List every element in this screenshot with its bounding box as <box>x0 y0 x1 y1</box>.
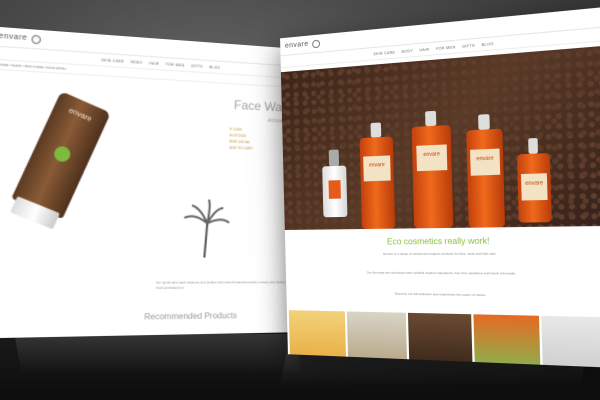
nav-item[interactable]: GIFTS <box>462 43 475 48</box>
orange-bottle: envare <box>359 122 396 230</box>
product-info: ₹ 1,099 IN STOCK SIZE 100 ML ADD TO CART <box>229 126 290 153</box>
bottle-label: envare <box>470 148 500 176</box>
intro-paragraph: Envare is a range of natural and organic… <box>383 251 497 256</box>
bottle-label: envare <box>363 155 391 182</box>
home-page-screen: envare SKIN CARE BODY HAIR FOR MEN GIFTS… <box>280 7 600 368</box>
thumbnail[interactable] <box>541 315 600 368</box>
product-image[interactable]: envare <box>11 91 110 219</box>
left-screen-reflection <box>14 334 302 374</box>
orange-bottle: envare <box>411 110 454 229</box>
white-dropper-bottle <box>322 149 348 218</box>
bottle-neck <box>478 114 490 130</box>
nav-item[interactable]: SKIN CARE <box>373 50 395 56</box>
bottle-neck <box>527 137 539 154</box>
nav-item[interactable]: HAIR <box>149 61 159 66</box>
bottle-neck <box>424 110 437 127</box>
bottle-neck <box>370 122 382 138</box>
nav-item[interactable]: BODY <box>131 59 143 64</box>
nav-item[interactable]: BLOG <box>209 65 220 70</box>
add-to-cart-button[interactable]: ADD TO CART <box>229 145 290 154</box>
nav-item[interactable]: BODY <box>402 48 414 53</box>
thumbnail[interactable] <box>408 312 473 365</box>
logo-text[interactable]: envare <box>285 41 309 50</box>
bottle-label: envare <box>415 144 448 172</box>
palm-tree-icon <box>178 197 232 260</box>
leaf-circle-icon <box>312 39 321 48</box>
thumbnail[interactable] <box>472 314 541 367</box>
leaf-circle-icon <box>32 34 42 43</box>
leaf-icon <box>52 144 73 164</box>
nav-item[interactable]: HAIR <box>419 47 429 52</box>
thumbnail[interactable] <box>288 310 347 359</box>
bottle-tag <box>328 180 341 199</box>
product-description: Our gentle face wash cleanses and purifi… <box>155 280 285 290</box>
bottle-label: envare <box>520 173 548 201</box>
orange-bottle: envare <box>466 114 506 228</box>
tube-brand: envare <box>67 106 93 124</box>
intro-paragraph: Discover our full collection and experie… <box>394 291 487 298</box>
bottle-neck <box>328 149 340 167</box>
nav-item[interactable]: FOR MEN <box>166 62 185 67</box>
thumbnail[interactable] <box>347 311 408 362</box>
nav-item[interactable]: FOR MEN <box>436 45 456 51</box>
recommended-heading: Recommended Products <box>144 310 238 322</box>
logo-text[interactable]: envare <box>0 32 27 42</box>
tube-cap <box>10 196 60 229</box>
nav-item[interactable]: GIFTS <box>191 63 203 68</box>
eco-heading: Eco cosmetics really work! <box>386 236 490 247</box>
hero-banner[interactable]: envare envare envare envare <box>280 45 600 231</box>
nav-item[interactable]: BLOG <box>482 41 494 46</box>
orange-bottle: envare <box>516 137 552 223</box>
product-page-screen: envare SKIN CARE BODY HAIR FOR MEN GIFTS… <box>0 27 316 339</box>
intro-paragraph: Our formulas are developed with certifie… <box>366 270 517 276</box>
nav-item[interactable]: SKIN CARE <box>101 57 124 63</box>
